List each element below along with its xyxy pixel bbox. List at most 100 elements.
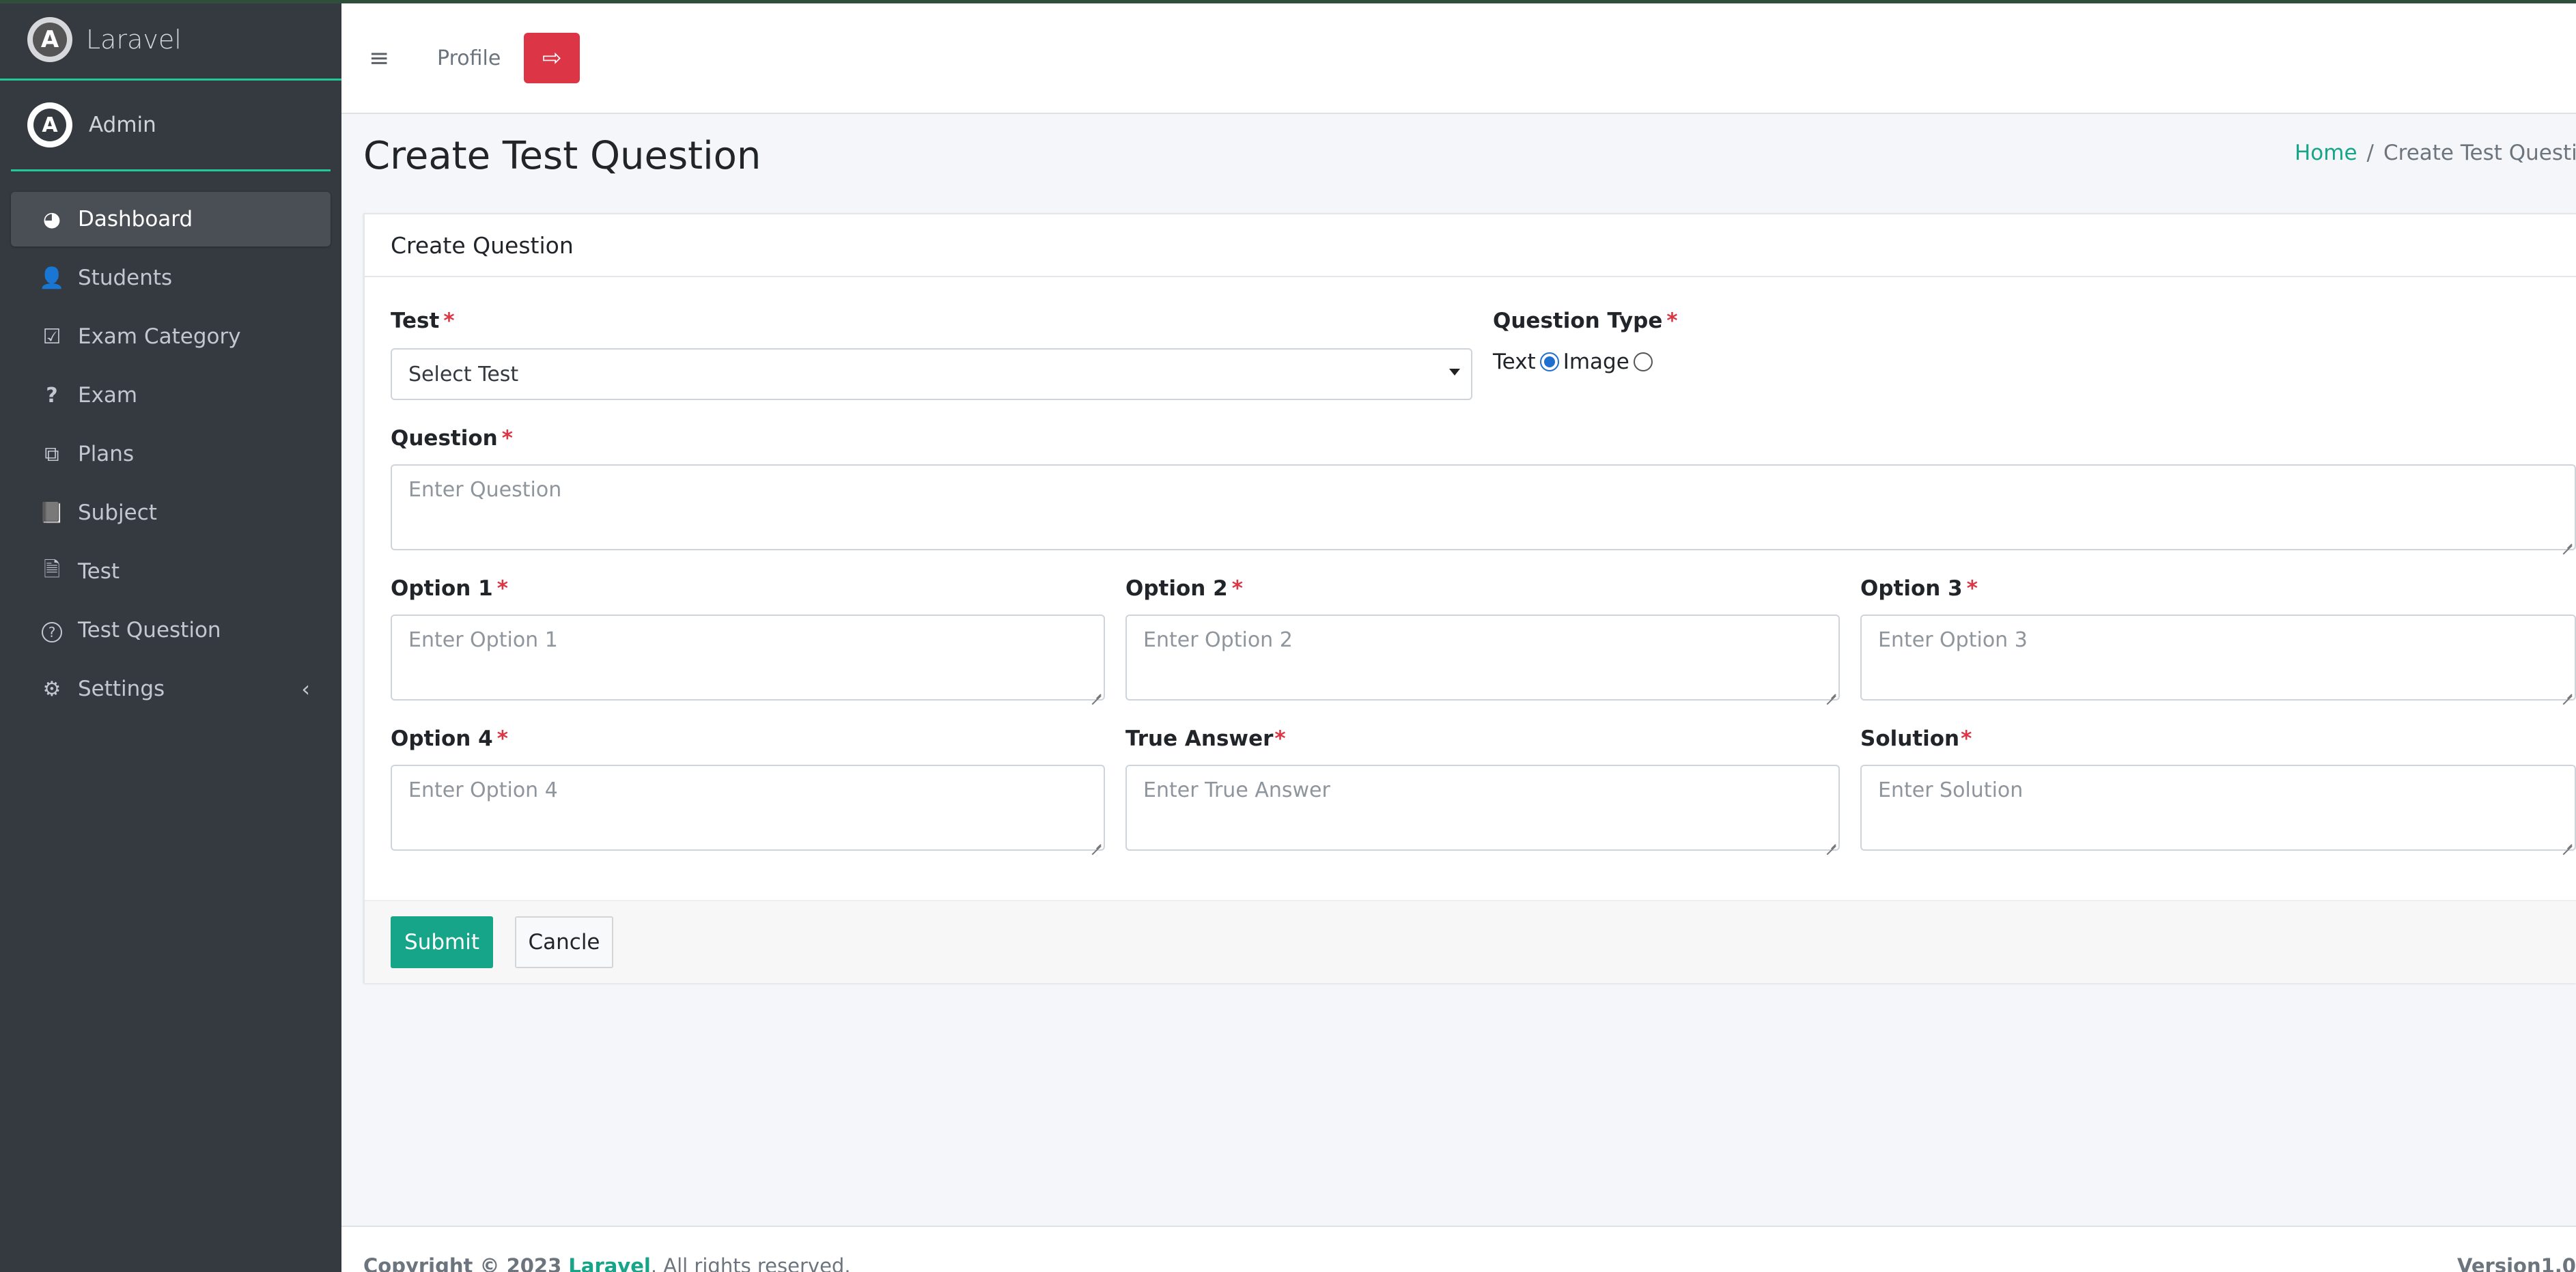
- sidebar-item-subject[interactable]: 📘 Subject: [11, 485, 331, 540]
- question-label-text: Question: [391, 426, 498, 451]
- breadcrumb-separator: /: [2366, 141, 2374, 165]
- option4-textarea[interactable]: Enter Option 4: [391, 765, 1105, 851]
- question-circle-glyph: ?: [42, 621, 62, 642]
- dashboard-icon: ◕: [42, 207, 61, 231]
- sidebar-item-settings[interactable]: ⚙ Settings ‹: [11, 662, 331, 716]
- brand-name: Laravel: [86, 24, 182, 55]
- solution-placeholder: Enter Solution: [1878, 778, 2024, 802]
- brand-link[interactable]: A Laravel: [0, 0, 341, 81]
- test-select[interactable]: Select Test: [391, 348, 1472, 400]
- sidebar-item-exam[interactable]: ? Exam: [11, 368, 331, 423]
- true-answer-label-text: True Answer: [1125, 726, 1274, 751]
- required-mark: *: [1274, 726, 1286, 751]
- copyright-brand-link[interactable]: Laravel: [568, 1254, 650, 1272]
- top-accent-line: [0, 0, 2576, 3]
- sidebar-item-label: Settings: [78, 677, 165, 701]
- resize-handle-icon[interactable]: [1825, 836, 1836, 847]
- test-label-text: Test: [391, 309, 440, 333]
- submit-button[interactable]: Submit: [391, 916, 493, 968]
- avatar-letter: A: [33, 109, 66, 141]
- option3-label-text: Option 3: [1860, 576, 1963, 601]
- sidebar-item-label: Test: [78, 559, 120, 584]
- sidebar-item-test[interactable]: 🗎 Test: [11, 544, 331, 599]
- cancel-button[interactable]: Cancle: [515, 916, 613, 968]
- option2-placeholder: Enter Option 2: [1143, 628, 1293, 652]
- question-type-radios: Text Image: [1493, 350, 1657, 374]
- required-mark: *: [496, 726, 508, 751]
- profile-link[interactable]: Profile: [437, 46, 501, 70]
- sidebar-item-label: Dashboard: [78, 207, 193, 231]
- resize-handle-icon[interactable]: [1090, 836, 1101, 847]
- calendar-check-icon: ☑: [42, 324, 61, 349]
- solution-label-text: Solution: [1860, 726, 1960, 751]
- sidebar-item-test-question[interactable]: ? Test Question: [11, 603, 331, 658]
- version-text: Version1.0: [2457, 1254, 2576, 1272]
- option4-placeholder: Enter Option 4: [408, 778, 558, 802]
- option2-label: Option 2 *: [1125, 576, 1243, 601]
- radio-image[interactable]: [1633, 352, 1653, 371]
- question-circle-icon: ?: [38, 619, 66, 642]
- option3-textarea[interactable]: Enter Option 3: [1860, 614, 2576, 701]
- avatar: A: [27, 102, 72, 147]
- required-mark: *: [1966, 576, 1978, 601]
- required-mark: *: [1961, 726, 1972, 751]
- caret-down-icon: [1449, 369, 1460, 376]
- required-mark: *: [1666, 309, 1678, 333]
- user-name: Admin: [89, 113, 156, 137]
- page-title: Create Test Question: [363, 134, 761, 178]
- option1-placeholder: Enter Option 1: [408, 628, 558, 652]
- question-type-label: Question Type *: [1493, 309, 1678, 333]
- sidebar-item-plans[interactable]: ⧉ Plans: [11, 427, 331, 481]
- sidebar-item-label: Test Question: [78, 618, 221, 642]
- top-navbar: ≡ Profile ⇨: [341, 3, 2576, 114]
- breadcrumb: Home / Create Test Question: [2295, 141, 2576, 165]
- brand-logo-letter: A: [33, 22, 67, 57]
- book-icon: 📘: [39, 500, 65, 525]
- sidebar-item-label: Students: [78, 266, 173, 290]
- hamburger-menu-icon[interactable]: ≡: [369, 44, 403, 72]
- option2-label-text: Option 2: [1125, 576, 1228, 601]
- breadcrumb-home-link[interactable]: Home: [2295, 141, 2357, 165]
- resize-handle-icon[interactable]: [2561, 836, 2572, 847]
- sidebar-nav: ◕ Dashboard 👤 Students ☑ Exam Category ?…: [0, 192, 341, 716]
- user-plus-icon: 👤: [39, 266, 65, 290]
- sidebar-item-students[interactable]: 👤 Students: [11, 251, 331, 305]
- sidebar-item-label: Plans: [78, 442, 135, 466]
- option1-label: Option 1 *: [391, 576, 508, 601]
- resize-handle-icon[interactable]: [1090, 686, 1101, 696]
- breadcrumb-current: Create Test Question: [2383, 141, 2576, 165]
- option4-label-text: Option 4: [391, 726, 493, 751]
- resize-handle-icon[interactable]: [1825, 686, 1836, 696]
- sidebar-item-label: Subject: [78, 500, 157, 525]
- create-question-card: Create Question Test * Select Test Questi…: [363, 213, 2576, 983]
- user-panel[interactable]: A Admin: [11, 81, 331, 171]
- option2-textarea[interactable]: Enter Option 2: [1125, 614, 1840, 701]
- option4-label: Option 4 *: [391, 726, 508, 751]
- question-label: Question *: [391, 426, 513, 451]
- resize-handle-icon[interactable]: [2561, 686, 2572, 696]
- test-select-value: Select Test: [408, 362, 519, 386]
- radio-dot: [1543, 356, 1555, 367]
- radio-image-label: Image: [1563, 350, 1629, 374]
- sidebar-item-dashboard[interactable]: ◕ Dashboard: [11, 192, 331, 246]
- test-label: Test *: [391, 309, 455, 333]
- sidebar-item-exam-category[interactable]: ☑ Exam Category: [11, 309, 331, 364]
- logout-button[interactable]: ⇨: [524, 33, 580, 83]
- question-textarea[interactable]: Enter Question: [391, 464, 2576, 550]
- plans-icon: ⧉: [44, 442, 59, 466]
- question-type-label-text: Question Type: [1493, 309, 1663, 333]
- true-answer-textarea[interactable]: Enter True Answer: [1125, 765, 1840, 851]
- option3-placeholder: Enter Option 3: [1878, 628, 2028, 652]
- required-mark: *: [501, 426, 513, 451]
- copyright: Copyright © 2023 Laravel. All rights res…: [363, 1254, 851, 1272]
- sign-out-icon: ⇨: [542, 45, 562, 71]
- option1-textarea[interactable]: Enter Option 1: [391, 614, 1105, 701]
- solution-textarea[interactable]: Enter Solution: [1860, 765, 2576, 851]
- page-footer: Copyright © 2023 Laravel. All rights res…: [341, 1226, 2576, 1272]
- true-answer-placeholder: Enter True Answer: [1143, 778, 1330, 802]
- sidebar-item-label: Exam: [78, 383, 138, 408]
- radio-text[interactable]: [1539, 352, 1559, 371]
- resize-handle-icon[interactable]: [2561, 535, 2572, 546]
- card-title: Create Question: [365, 214, 2576, 277]
- true-answer-label: True Answer*: [1125, 726, 1286, 751]
